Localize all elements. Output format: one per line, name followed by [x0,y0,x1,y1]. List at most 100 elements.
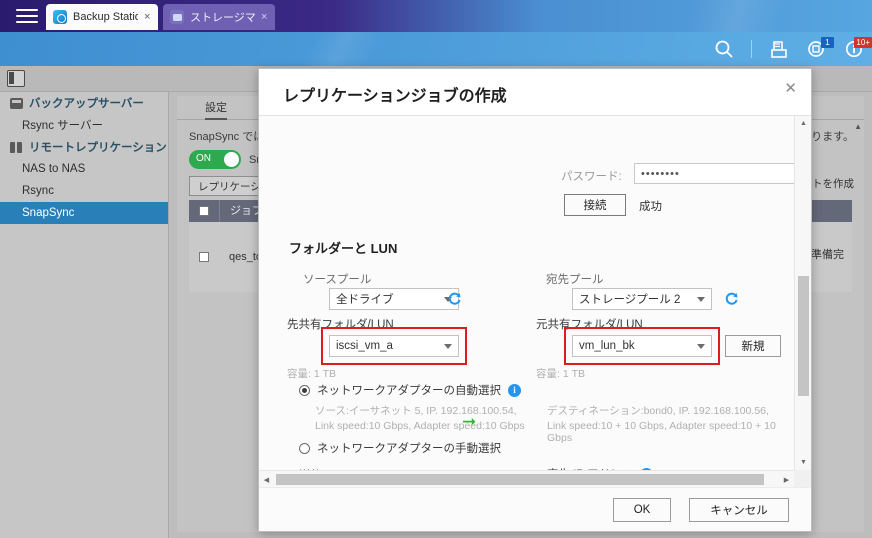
source-capacity: 容量: 1 TB [287,366,336,381]
source-share-value: iscsi_vm_a [336,340,407,352]
print-icon[interactable] [768,38,790,60]
dialog-footer: OK キャンセル [259,487,811,531]
dialog-horizontal-scrollbar[interactable]: ◀ ▶ [259,470,794,487]
chevron-down-icon [697,297,705,302]
scroll-down-icon[interactable]: ▼ [795,455,811,470]
scroll-left-icon[interactable]: ◀ [259,471,274,487]
radio-icon [299,385,310,396]
info-icon[interactable]: i [508,384,521,397]
server-icon [10,98,23,109]
password-field[interactable]: •••••••• [634,163,794,184]
sidebar-item-label: SnapSync [22,207,74,219]
connect-status: 成功 [639,198,662,214]
horizontal-scroll-thumb[interactable] [276,474,764,485]
destination-share-label: 元共有フォルダ/LUN [536,316,643,332]
vertical-scroll-thumb[interactable] [798,276,809,396]
remote-replication-icon [10,142,23,153]
scroll-right-icon[interactable]: ▶ [779,471,794,487]
select-all-checkbox[interactable] [189,206,219,216]
source-adapter-auto-label: ネットワークアダプターの自動選択 [317,382,501,398]
chevron-down-icon [444,344,452,349]
destination-capacity: 容量: 1 TB [536,366,585,381]
dialog-title: レプリケーションジョブの作成 [283,82,507,106]
row-checkbox[interactable] [189,252,219,262]
sidebar-item-label: バックアップサーバー [29,95,144,111]
browser-tab-storage-manager[interactable]: ストレージマネ… × [163,4,275,30]
source-adapter-manual-radio[interactable]: ネットワークアダプターの手動選択 [299,440,501,456]
notification-badge: 1 [821,37,834,48]
toggle-label: ON [196,153,211,164]
browser-tab-label: ストレージマネ… [190,9,255,25]
refresh-icon[interactable] [724,291,739,306]
source-pool-value: 全ドライブ [336,291,408,307]
section-title-folder-lun: フォルダーと LUN [289,238,397,257]
tab-settings[interactable]: 設定 [205,99,227,120]
dialog-title-bar: レプリケーションジョブの作成 ✕ [259,69,811,116]
source-detail-line1: ソース:イーサネット 5, IP. 192.168.100.54, [315,403,517,418]
source-adapter-auto-radio[interactable]: ネットワークアダプターの自動選択 i [299,382,521,398]
close-icon[interactable]: × [261,11,269,23]
snapsync-toggle-row: ON Sn [189,150,262,169]
refresh-icon[interactable] [447,291,462,306]
sidebar-item-label: Rsync [22,185,54,197]
backup-station-favicon [53,10,67,24]
content-scroll-up-arrow[interactable]: ▲ [854,122,862,131]
destination-detail-line2: Link speed:10 + 10 Gbps, Adapter speed:1… [547,420,794,444]
sidebar-item-nas-to-nas[interactable]: NAS to NAS [0,158,168,180]
sidebar-item-label: Rsync サーバー [22,117,103,133]
sidebar-item-label: NAS to NAS [22,163,85,175]
browser-tab-bar: Backup Station × ストレージマネ… × [0,0,872,32]
radio-icon [299,443,310,454]
new-share-button[interactable]: 新規 [725,335,781,357]
header-divider [751,40,752,58]
chevron-down-icon [697,344,705,349]
info-alert-badge: 10+ [854,37,872,48]
sidebar-item-snapsync[interactable]: SnapSync [0,202,168,224]
notification-icon[interactable]: 1 [806,38,828,60]
app-header: 1 10+ [0,32,872,66]
info-alert-icon[interactable]: 10+ [844,38,866,60]
app-root: Backup Station × ストレージマネ… × [0,0,872,538]
source-adapter-manual-label: ネットワークアダプターの手動選択 [317,440,501,456]
header-icon-group: 1 10+ [713,32,866,66]
scrollbar-corner [794,470,811,487]
browser-tab-label: Backup Station [73,11,138,23]
destination-pool-select[interactable]: ストレージプール 2 [572,288,712,310]
create-replication-job-dialog: レプリケーションジョブの作成 ✕ パスワード: •••••••• 接続 成功 フ… [258,68,812,532]
destination-detail-line1: デスティネーション:bond0, IP. 192.168.100.56, [547,403,769,418]
destination-share-value: vm_lun_bk [579,340,649,352]
browser-tab-backup-station[interactable]: Backup Station × [46,4,158,30]
sidebar-item-rsync[interactable]: Rsync [0,180,168,202]
source-pool-select[interactable]: 全ドライブ [329,288,459,310]
destination-pool-value: ストレージプール 2 [579,291,694,307]
snapsync-toggle[interactable]: ON [189,150,241,169]
search-icon[interactable] [713,38,735,60]
sidebar-item-rsync-server[interactable]: Rsync サーバー [0,114,168,136]
close-icon[interactable]: × [144,11,152,23]
source-pool-label: ソースプール [303,271,371,287]
sidebar-item-remote-replication[interactable]: リモートレプリケーション [0,136,168,158]
destination-pool-label: 宛先プール [546,271,604,287]
ok-button[interactable]: OK [613,498,671,522]
dialog-scroll-area: パスワード: •••••••• 接続 成功 フォルダーと LUN ソースプール … [259,116,794,470]
scroll-up-icon[interactable]: ▲ [795,116,811,131]
cancel-button[interactable]: キャンセル [689,498,789,522]
sidebar-item-label: リモートレプリケーション [29,139,167,155]
dialog-vertical-scrollbar[interactable]: ▲ ▼ [794,116,811,470]
source-detail-line2: Link speed:10 Gbps, Adapter speed:10 Gbp… [315,420,525,432]
toggle-knob [224,152,239,167]
sidebar: バックアップサーバー Rsync サーバー リモートレプリケーション NAS t… [0,92,168,538]
panel-toggle-icon[interactable] [7,70,25,87]
source-share-label: 先共有フォルダ/LUN [287,316,394,332]
storage-manager-favicon [170,10,184,24]
arrow-right-icon: ➞ [462,413,476,430]
dialog-body: パスワード: •••••••• 接続 成功 フォルダーと LUN ソースプール … [259,116,811,487]
password-label: パスワード: [561,168,622,184]
sidebar-item-backup-server[interactable]: バックアップサーバー [0,92,168,114]
source-share-select[interactable]: iscsi_vm_a [329,335,459,357]
hamburger-icon[interactable] [14,6,40,26]
connect-button[interactable]: 接続 [564,194,626,216]
close-icon[interactable]: ✕ [784,81,797,96]
cell-job-status: 準備完 [811,246,844,262]
destination-share-select[interactable]: vm_lun_bk [572,335,712,357]
